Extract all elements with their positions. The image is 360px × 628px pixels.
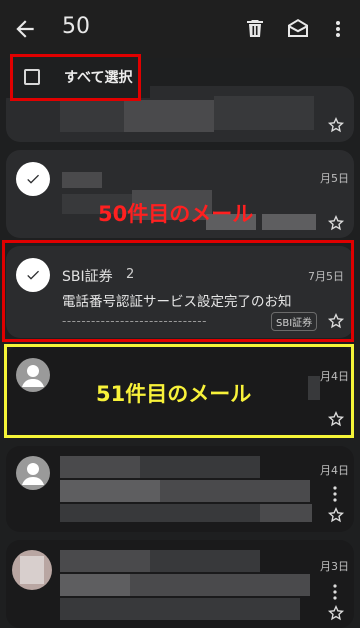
pixelated-content	[60, 574, 130, 596]
annotation-frame-50th-mail	[2, 240, 354, 342]
pixelated-content	[60, 100, 124, 132]
pixelated-content	[160, 480, 310, 502]
more-vert-icon[interactable]	[326, 17, 350, 41]
email-date: 月3日	[320, 560, 349, 573]
star-icon[interactable]	[327, 214, 345, 232]
mark-read-envelope-icon[interactable]	[286, 17, 310, 41]
pixelated-content	[124, 100, 214, 132]
annotation-frame-select-all	[10, 54, 141, 101]
blurred-avatar[interactable]	[12, 550, 52, 590]
pixelated-content	[140, 456, 260, 478]
default-avatar[interactable]	[16, 456, 50, 490]
email-date: 月5日	[320, 172, 349, 185]
email-item[interactable]	[6, 540, 354, 628]
more-vert-icon[interactable]	[333, 584, 337, 600]
pixelated-content	[262, 214, 316, 230]
selected-check-avatar[interactable]	[16, 162, 50, 196]
back-arrow-icon[interactable]	[12, 16, 38, 42]
email-date: 月4日	[320, 464, 349, 477]
pixelated-content	[260, 504, 312, 522]
pixelated-content	[62, 172, 102, 188]
star-icon[interactable]	[327, 116, 345, 134]
pixelated-content	[214, 96, 314, 130]
pixelated-content	[60, 598, 300, 620]
pixelated-content	[60, 550, 150, 572]
pixelated-content	[60, 504, 260, 522]
pixelated-content	[60, 456, 140, 478]
annotation-frame-51st-mail	[4, 344, 354, 438]
annotation-50th-mail: 50件目のメール	[98, 202, 254, 226]
more-vert-icon[interactable]	[333, 486, 337, 502]
email-item[interactable]	[6, 446, 354, 532]
trash-icon[interactable]	[243, 17, 267, 41]
pixelated-content	[60, 480, 160, 502]
pixelated-content	[150, 550, 260, 572]
star-icon[interactable]	[327, 506, 345, 524]
star-icon[interactable]	[327, 604, 345, 622]
selected-count: 50	[62, 14, 90, 39]
pixelated-content	[130, 574, 310, 596]
